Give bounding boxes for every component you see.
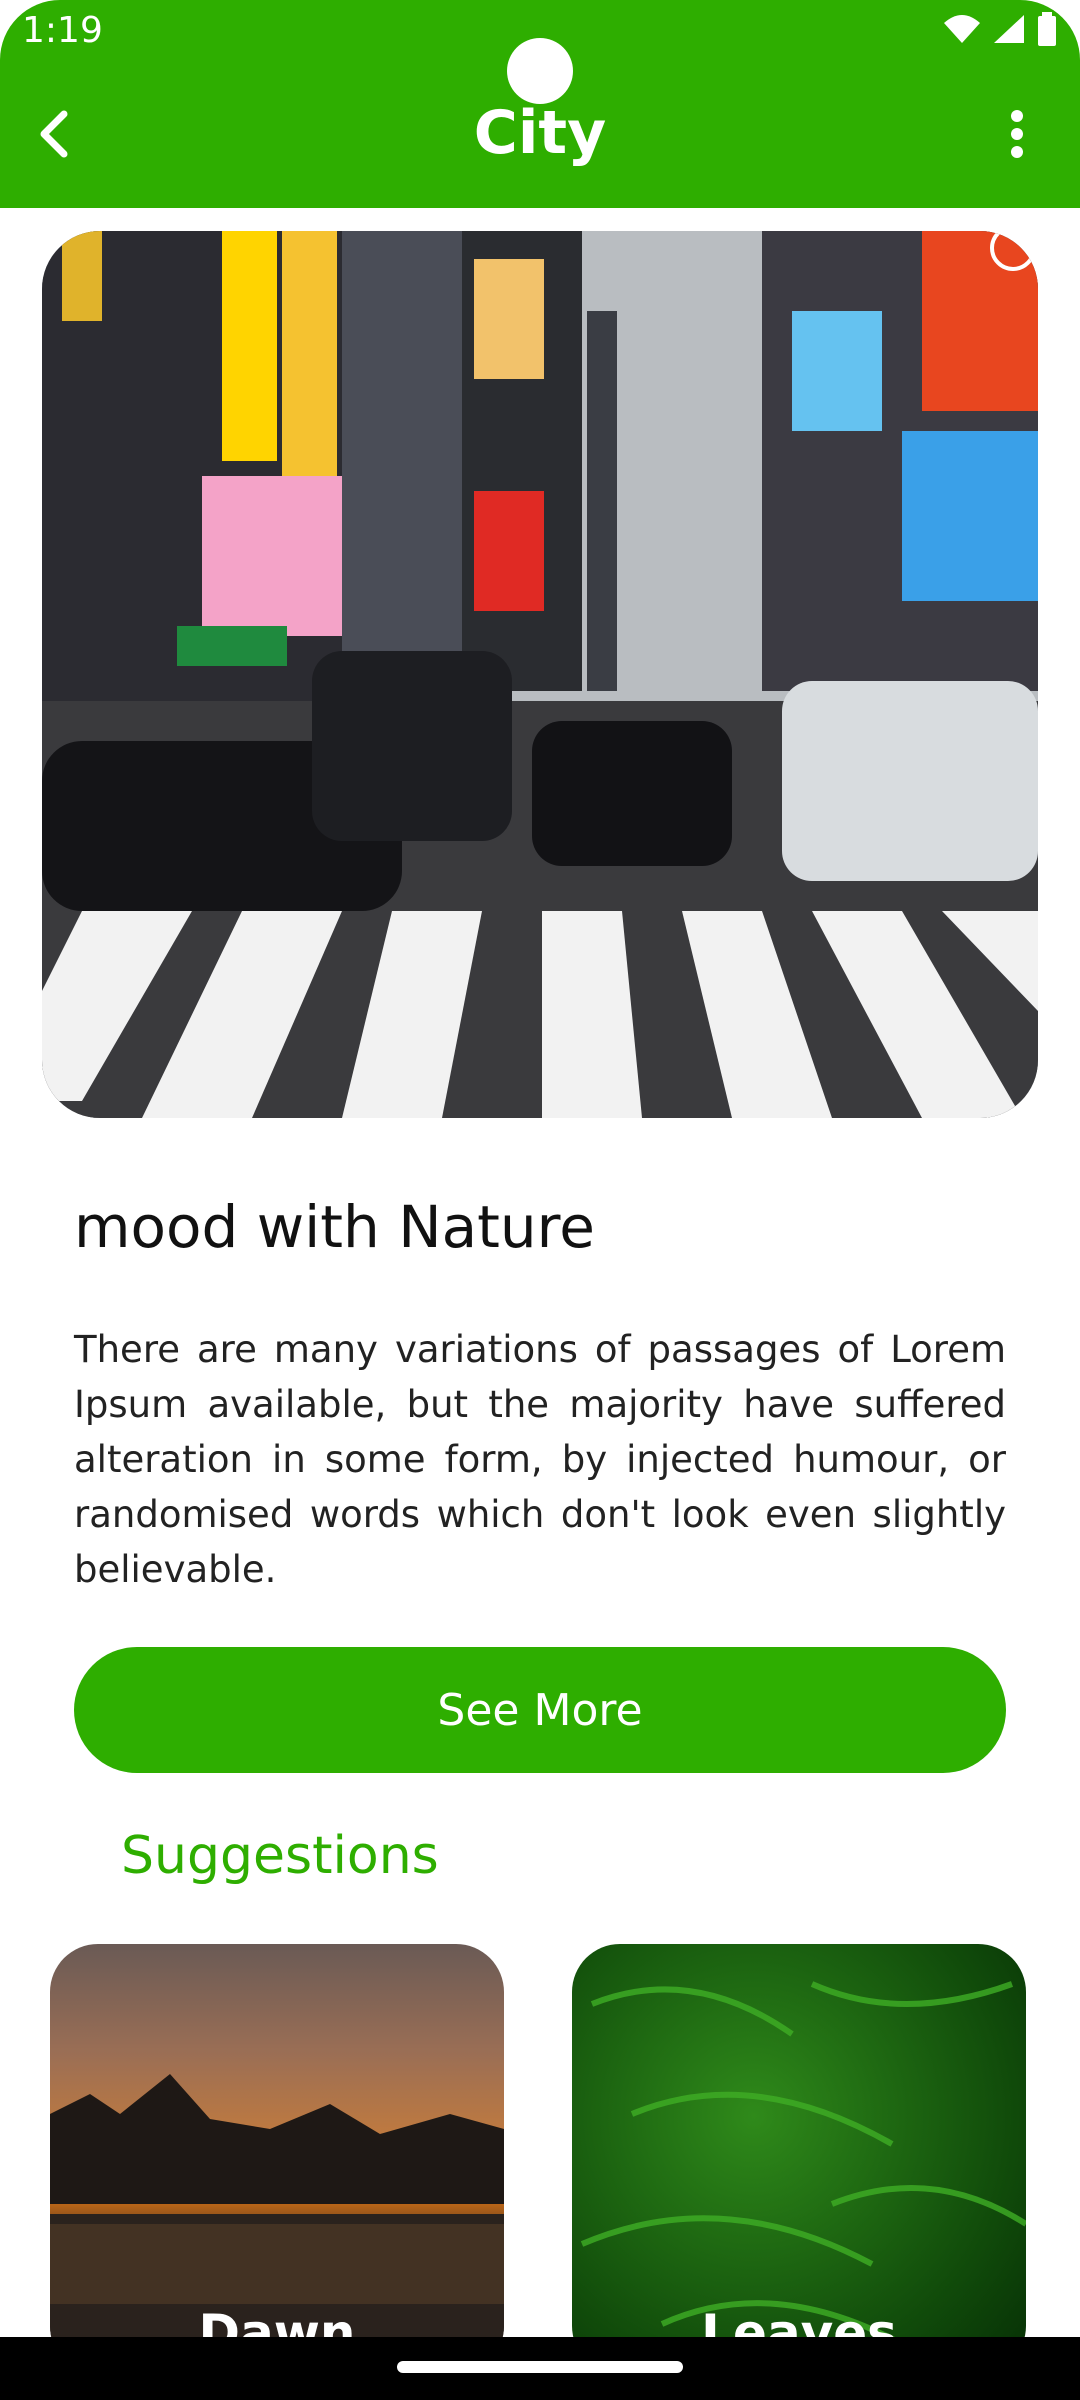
- camera-cutout: [507, 38, 573, 104]
- home-gesture-handle[interactable]: [397, 2361, 683, 2373]
- status-icons: [942, 12, 1058, 46]
- suggestions-title: Suggestions: [121, 1826, 439, 1886]
- app-bar: 1:19 City: [0, 0, 1080, 208]
- suggestion-card-dawn[interactable]: Dawn: [50, 1944, 504, 2374]
- city-street-illustration: [42, 231, 1038, 1118]
- see-more-button[interactable]: See More: [74, 1647, 1006, 1773]
- article-headline: mood with Nature: [74, 1193, 595, 1261]
- more-vert-icon[interactable]: [992, 104, 1042, 164]
- status-time: 1:19: [22, 10, 103, 51]
- hero-image: [42, 231, 1038, 1118]
- page-title: City: [473, 98, 607, 168]
- system-nav-bar: [0, 2337, 1080, 2400]
- article-body: There are many variations of passages of…: [74, 1328, 1006, 1591]
- signal-icon: [994, 15, 1024, 43]
- battery-icon: [1038, 12, 1056, 46]
- suggestion-card-leaves[interactable]: Leaves: [572, 1944, 1026, 2374]
- wifi-icon: [944, 15, 980, 43]
